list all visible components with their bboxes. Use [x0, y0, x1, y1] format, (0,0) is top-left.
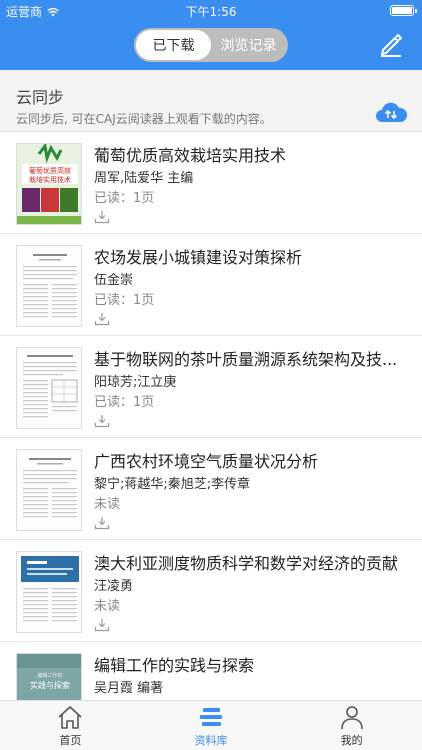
item-read-status: 未读	[94, 497, 121, 512]
item-title: 基于物联网的茶叶质量溯源系统架构及技...	[94, 350, 398, 369]
item-title: 编辑工作的实践与探索	[94, 656, 255, 675]
list-item[interactable]: 编辑工作的 实践与探索 编辑工作的实践与探索 吴月霞 编著	[0, 642, 422, 700]
item-read-status: 已读：1页	[94, 293, 155, 308]
sync-description: 云同步后, 可在CAJ云阅读器上观看下载的内容。	[16, 112, 272, 126]
list-item[interactable]: 广西农村环境空气质量状况分析 黎宁;蒋越华;秦旭芝;李传章 未读	[0, 438, 422, 540]
pencil-icon[interactable]	[378, 31, 404, 57]
cover-art-grapes: 葡萄优质高效 栽培实用技术	[17, 144, 81, 224]
paper-thumbnail	[17, 246, 81, 326]
user-icon	[340, 706, 363, 730]
book-cover: 葡萄优质高效 栽培实用技术	[16, 143, 82, 225]
item-author: 吴月霞 编著	[94, 681, 164, 696]
battery-icon	[390, 5, 417, 16]
paper-thumbnail	[17, 348, 81, 428]
paper-cover	[16, 551, 82, 633]
paper-cover	[16, 449, 82, 531]
tab-library[interactable]: 资料库	[141, 701, 282, 750]
item-info: 澳大利亚测度物质科学和数学对经济的贡献 汪凌勇 未读	[94, 552, 410, 632]
item-author: 伍金崇	[94, 273, 134, 288]
cover-small-text: 编辑工作的	[37, 672, 62, 679]
cover-title: 实践与探索	[30, 680, 70, 690]
item-read-status: 未读	[94, 599, 121, 614]
download-icon[interactable]	[94, 210, 110, 224]
item-info: 广西农村环境空气质量状况分析 黎宁;蒋越华;秦旭芝;李传章 未读	[94, 450, 410, 530]
library-icon	[200, 708, 222, 726]
item-info: 农场发展小城镇建设对策探析 伍金崇 已读：1页	[94, 246, 410, 326]
tab-home[interactable]: 首页	[0, 701, 141, 750]
item-title: 农场发展小城镇建设对策探析	[94, 248, 303, 267]
item-author: 黎宁;蒋越华;秦旭芝;李传章	[94, 477, 251, 492]
cloud-sync-icon[interactable]	[374, 100, 408, 124]
item-info: 基于物联网的茶叶质量溯源系统架构及技... 阳琼芳;江立庚 已读：1页	[94, 348, 410, 428]
item-title: 澳大利亚测度物质科学和数学对经济的贡献	[94, 554, 399, 573]
home-icon	[58, 706, 82, 729]
clock: 下午1:56	[185, 5, 237, 19]
item-author: 周军,陆爱华 主编	[94, 171, 194, 186]
cover-title-line1: 葡萄优质高效	[29, 166, 71, 175]
tab-history[interactable]: 浏览记录	[211, 30, 286, 60]
item-info: 编辑工作的实践与探索 吴月霞 编著	[94, 654, 410, 700]
item-author: 阳琼芳;江立庚	[94, 375, 177, 390]
download-icon[interactable]	[94, 312, 110, 326]
paper-thumbnail	[17, 552, 81, 632]
status-bar: 运营商 下午1:56	[0, 0, 422, 20]
cover-art-editing: 编辑工作的 实践与探索	[17, 654, 81, 700]
tab-label: 资料库	[194, 734, 228, 747]
item-title: 广西农村环境空气质量状况分析	[94, 452, 319, 471]
tab-bar: 首页 资料库 我的	[0, 700, 422, 750]
item-read-status: 已读：1页	[94, 191, 155, 206]
document-list: 葡萄优质高效 栽培实用技术 葡萄优质高效栽培实用技术 周军,陆爱华 主编 已读：…	[0, 132, 422, 700]
tab-profile[interactable]: 我的	[281, 701, 422, 750]
sync-title: 云同步	[16, 88, 65, 107]
download-icon[interactable]	[94, 516, 110, 530]
paper-thumbnail	[17, 450, 81, 530]
item-info: 葡萄优质高效栽培实用技术 周军,陆爱华 主编 已读：1页	[94, 144, 410, 224]
download-icon[interactable]	[94, 618, 110, 632]
list-item[interactable]: 澳大利亚测度物质科学和数学对经济的贡献 汪凌勇 未读	[0, 540, 422, 642]
paper-cover	[16, 245, 82, 327]
header: 运营商 下午1:56 已下载 浏览记录	[0, 0, 422, 70]
tab-downloaded[interactable]: 已下载	[136, 30, 211, 60]
tab-label: 我的	[340, 734, 363, 747]
list-item[interactable]: 葡萄优质高效 栽培实用技术 葡萄优质高效栽培实用技术 周军,陆爱华 主编 已读：…	[0, 132, 422, 234]
segmented-control: 已下载 浏览记录	[134, 28, 288, 62]
list-item[interactable]: 农场发展小城镇建设对策探析 伍金崇 已读：1页	[0, 234, 422, 336]
download-icon[interactable]	[94, 414, 110, 428]
item-read-status: 已读：1页	[94, 395, 155, 410]
cloud-sync-banner: 云同步 云同步后, 可在CAJ云阅读器上观看下载的内容。	[0, 70, 422, 132]
list-item[interactable]: 基于物联网的茶叶质量溯源系统架构及技... 阳琼芳;江立庚 已读：1页	[0, 336, 422, 438]
tab-label: 首页	[59, 734, 82, 747]
book-cover: 编辑工作的 实践与探索	[16, 653, 82, 700]
cover-title-line2: 栽培实用技术	[29, 175, 71, 184]
paper-cover	[16, 347, 82, 429]
item-author: 汪凌勇	[94, 579, 134, 594]
item-title: 葡萄优质高效栽培实用技术	[94, 146, 287, 165]
